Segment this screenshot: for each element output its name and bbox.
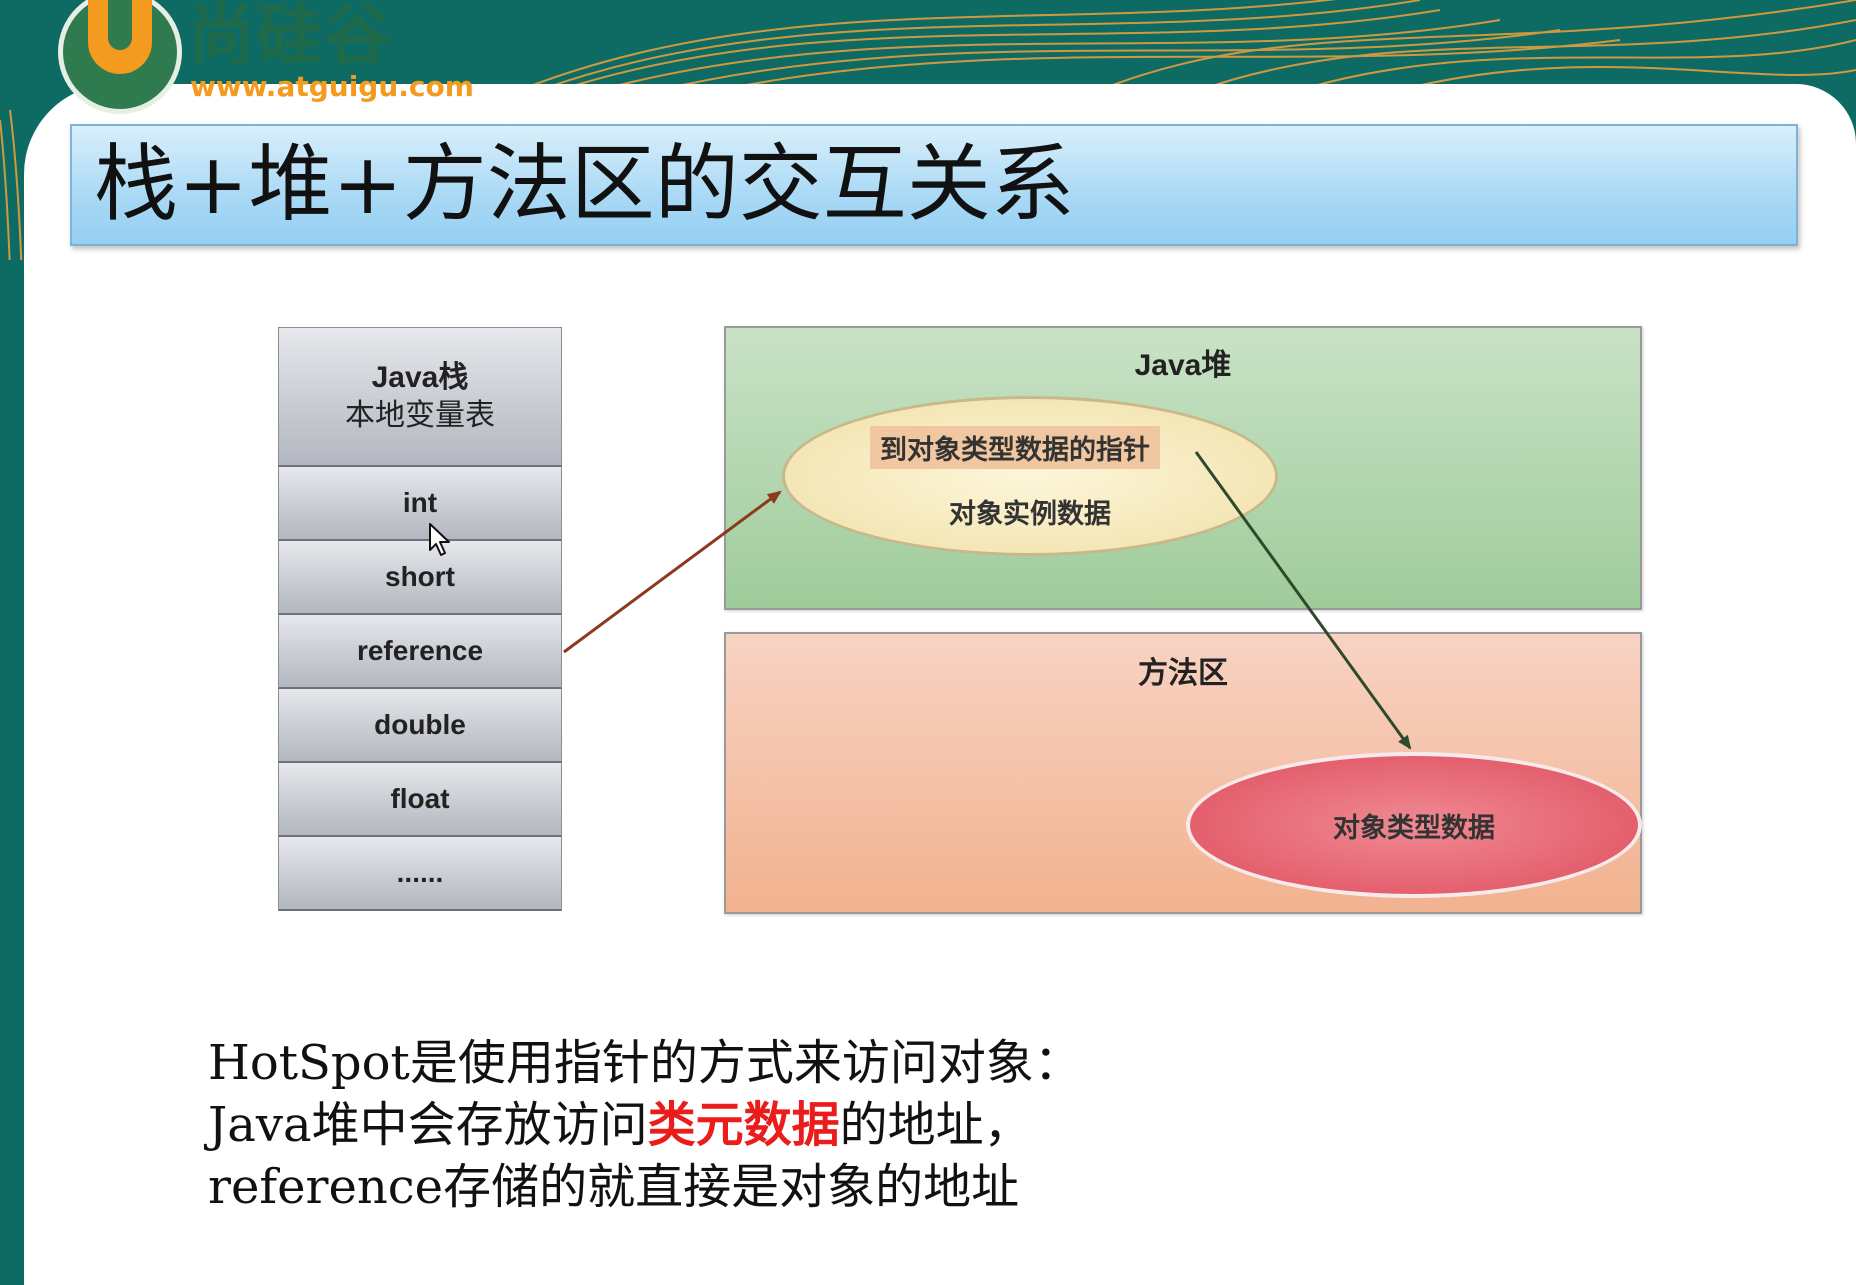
logo-url: www.atguigu.com: [190, 70, 474, 103]
highlight-text: 类元数据: [647, 1097, 840, 1153]
stack-row-float: float: [278, 763, 562, 837]
type-data-ellipse: 对象类型数据: [1186, 752, 1642, 898]
stack-row-double: double: [278, 689, 562, 763]
java-stack: Java栈 本地变量表 int short reference double f…: [278, 327, 562, 911]
caption-line-1: HotSpot是使用指针的方式来访问对象：: [208, 1035, 1082, 1091]
object-instance-ellipse: [782, 396, 1278, 556]
stack-header-subtitle: 本地变量表: [345, 398, 495, 432]
stack-row-ellipsis: ......: [278, 837, 562, 911]
instance-data-label: 对象实例数据: [949, 499, 1111, 529]
method-area-label: 方法区: [1138, 657, 1228, 690]
caption: HotSpot是使用指针的方式来访问对象： Java堆中会存放访问类元数据的地址…: [208, 1032, 1082, 1218]
stack-row-int: int: [278, 467, 562, 541]
caption-line-3: reference存储的就直接是对象的地址: [208, 1159, 1020, 1215]
logo-name: 尚硅谷: [188, 0, 392, 74]
mouse-cursor-icon: [429, 523, 450, 556]
caption-line-2: Java堆中会存放访问类元数据的地址，: [208, 1097, 1032, 1153]
type-data-label: 对象类型数据: [1333, 812, 1495, 843]
page-title: 栈+堆+方法区的交互关系: [94, 135, 1075, 233]
title-bar: 栈+堆+方法区的交互关系: [70, 124, 1798, 246]
pointer-label: 到对象类型数据的指针: [870, 426, 1160, 469]
heap-label: Java堆: [1134, 349, 1232, 382]
stack-header: Java栈 本地变量表: [278, 327, 562, 467]
stack-header-title: Java栈: [371, 360, 469, 394]
logo: 尚硅谷 www.atguigu.com: [40, 0, 510, 115]
stack-row-reference: reference: [278, 615, 562, 689]
slide: 尚硅谷 www.atguigu.com 栈+堆+方法区的交互关系 Java栈 本…: [0, 0, 1856, 1285]
stack-row-short: short: [278, 541, 562, 615]
